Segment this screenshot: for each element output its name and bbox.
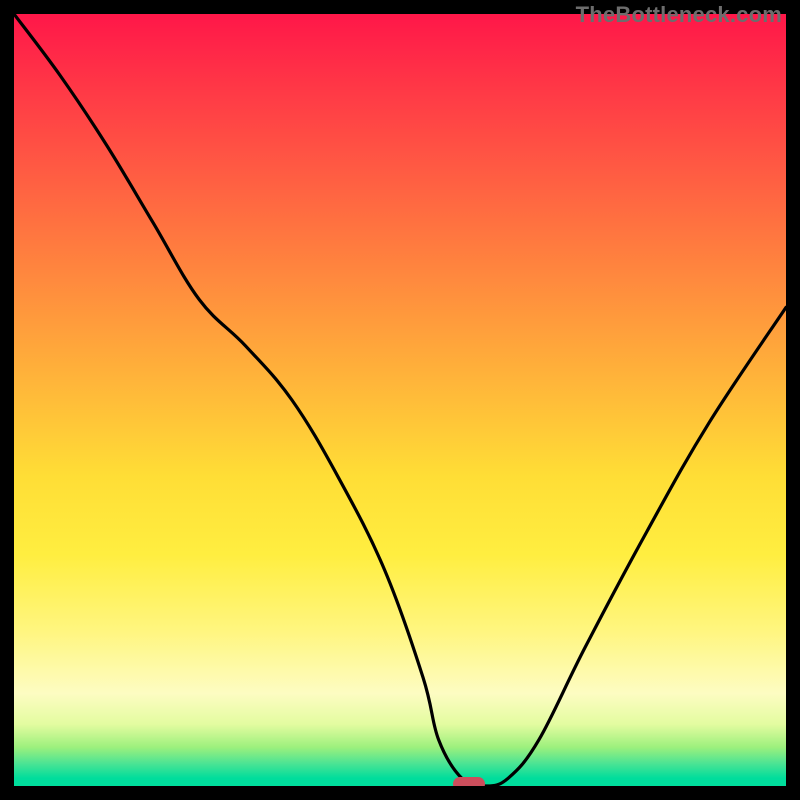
bottleneck-curve-path	[14, 14, 786, 786]
bottleneck-chart: TheBottleneck.com	[0, 0, 800, 800]
watermark-text: TheBottleneck.com	[576, 2, 782, 28]
plot-area	[14, 14, 786, 786]
optimal-point-marker	[453, 777, 485, 791]
curve-layer	[14, 14, 786, 786]
